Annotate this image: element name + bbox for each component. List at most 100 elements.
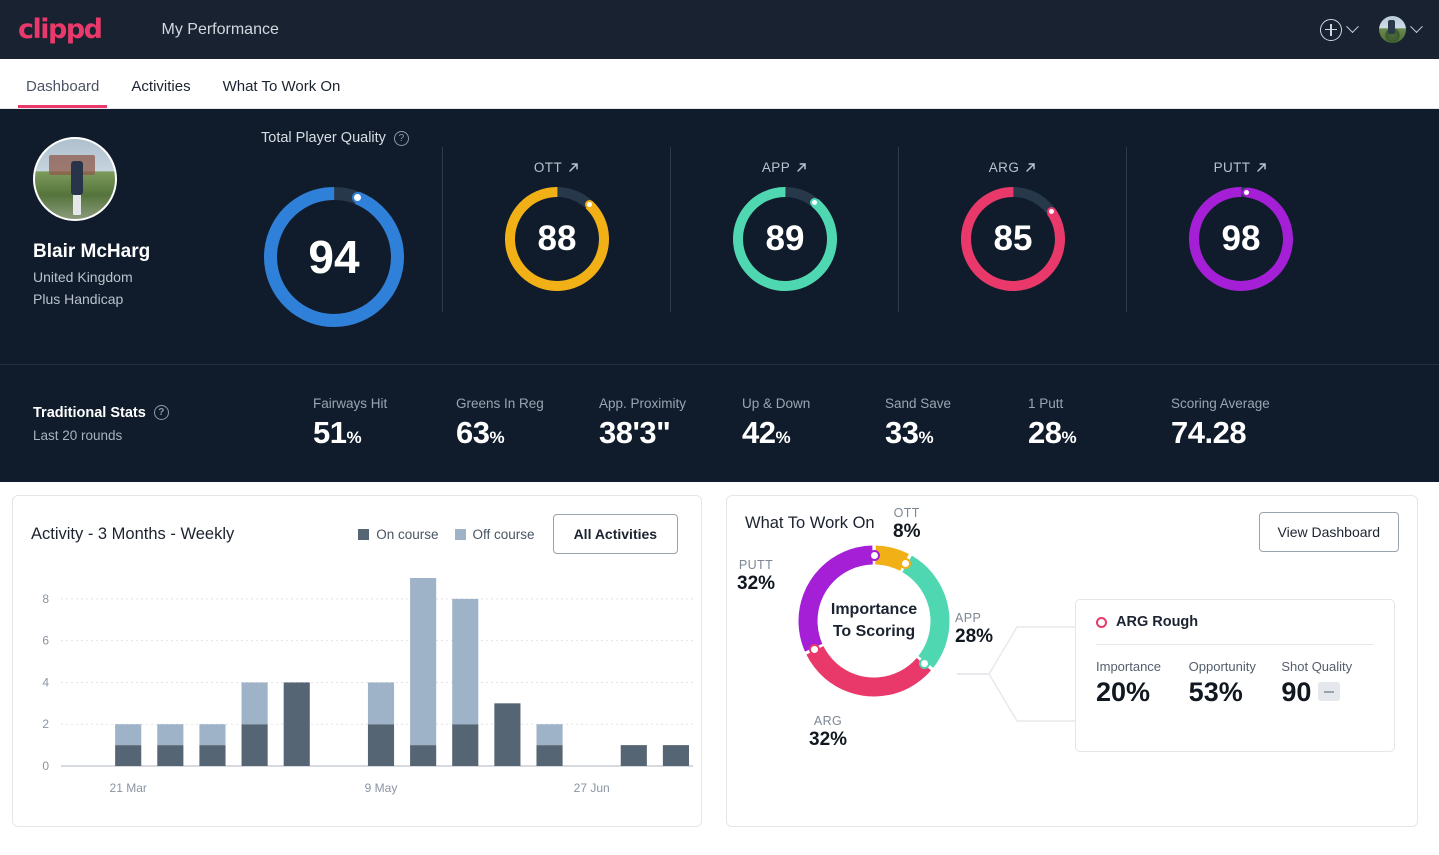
activity-card-title: Activity - 3 Months - Weekly [31, 524, 235, 543]
tpq-text: Total Player Quality [261, 130, 386, 146]
stat-value: 38'3" [599, 415, 671, 450]
metric-value: 90 [1281, 677, 1312, 707]
what-to-work-on-card: What To Work On View Dashboard Importanc… [726, 495, 1418, 827]
donut-label-value: 32% [809, 729, 848, 750]
metric-label: Opportunity [1188, 659, 1256, 674]
donut-marker-dot [868, 549, 880, 561]
donut-center-label: Importance To Scoring [793, 540, 955, 702]
stat-up-down: Up & Down 42% [742, 396, 885, 451]
ring-header: ARG [989, 157, 1037, 177]
traditional-stats-subtitle: Last 20 rounds [33, 427, 123, 443]
ring-label: PUTT [1213, 159, 1251, 175]
donut-label-key: OTT [893, 506, 920, 520]
legend-swatch-on-course [358, 528, 370, 540]
svg-text:9 May: 9 May [365, 781, 398, 795]
stat-value: 63% [456, 415, 505, 450]
ring-graphic: 98 [1189, 187, 1293, 291]
tooltip-metric-importance: Importance 20% [1096, 659, 1189, 708]
topbar-actions [1320, 0, 1423, 59]
activity-card: Activity - 3 Months - Weekly On course O… [12, 495, 702, 827]
svg-text:4: 4 [42, 675, 49, 689]
circle-outline-icon [1096, 616, 1107, 628]
ring-label: ARG [988, 159, 1020, 175]
question-mark-icon[interactable]: ? [393, 130, 409, 146]
app-title: My Performance [161, 20, 279, 38]
ring-value: 89 [765, 219, 805, 258]
arg-rough-tooltip-card: ARG Rough Importance 20% Opportunity 53%… [1075, 599, 1395, 752]
quality-ring-app[interactable]: APP 89 [671, 147, 899, 312]
stat-value: 51% [313, 415, 362, 450]
minus-badge-icon [1318, 682, 1341, 701]
legend-label-on-course: On course [376, 526, 439, 542]
quality-ring-total[interactable]: 94 [225, 147, 443, 327]
dashboard-cards: Activity - 3 Months - Weekly On course O… [0, 482, 1439, 827]
view-dashboard-button[interactable]: View Dashboard [1258, 512, 1399, 552]
metric-value: 53% [1188, 677, 1243, 707]
question-mark-icon[interactable]: ? [153, 405, 169, 420]
ring-value: 94 [308, 231, 360, 283]
tab-what-to-work-on[interactable]: What To Work On [207, 78, 357, 108]
stat-fairways-hit: Fairways Hit 51% [313, 396, 456, 451]
activity-bar-chart[interactable]: 0 2 4 6 8 21 Mar 9 May 27 Jun [13, 568, 701, 808]
traditional-stats-header: Traditional Stats ? Last 20 rounds [33, 405, 313, 443]
ring-header: OTT [534, 157, 580, 177]
main-tabs: Dashboard Activities What To Work On [0, 59, 1439, 109]
total-player-quality-label: Total Player Quality ? [261, 130, 409, 146]
donut-label-arg: ARG 32% [809, 714, 847, 751]
divider [1096, 644, 1374, 645]
stat-greens-in-reg: Greens In Reg 63% [456, 396, 599, 451]
quality-ring-ott[interactable]: OTT 88 [443, 147, 671, 312]
ring-header: PUTT [1214, 157, 1269, 177]
top-navigation-bar: clippd My Performance [0, 0, 1439, 59]
all-activities-button[interactable]: All Activities [552, 514, 679, 554]
legend-label-off-course: Off course [472, 526, 535, 542]
wtwo-card-title: What To Work On [745, 514, 875, 532]
metric-value: 20% [1096, 677, 1151, 707]
chevron-down-icon[interactable] [1410, 20, 1423, 34]
plus-circle-icon[interactable] [1320, 18, 1342, 41]
ring-label: APP [761, 159, 791, 175]
stat-label: App. Proximity [599, 396, 687, 411]
stat-label: Greens In Reg [456, 396, 544, 411]
clippd-logo[interactable]: clippd [18, 14, 103, 45]
player-profile: Blair McHarg United Kingdom Plus Handica… [0, 109, 225, 364]
metric-label: Importance [1096, 659, 1162, 674]
quality-ring-putt[interactable]: PUTT 98 [1127, 157, 1355, 291]
donut-marker-dot [919, 657, 931, 669]
chevron-down-icon[interactable] [1346, 20, 1359, 34]
performance-hero: Blair McHarg United Kingdom Plus Handica… [0, 109, 1439, 482]
avatar[interactable] [1379, 16, 1406, 43]
tooltip-title: ARG Rough [1116, 614, 1199, 630]
player-name: Blair McHarg [33, 241, 151, 262]
ring-value: 85 [993, 219, 1033, 258]
ring-graphic: 89 [733, 187, 837, 291]
ring-graphic: 88 [505, 187, 609, 291]
trend-up-arrow-icon [797, 162, 806, 172]
legend-item-on-course: On course [358, 526, 439, 542]
donut-label-value: 8% [893, 521, 921, 542]
stat-value: 74.28 [1171, 415, 1247, 450]
stat-label: Up & Down [742, 396, 811, 411]
tab-activities[interactable]: Activities [115, 78, 206, 108]
stat-value: 33% [885, 415, 934, 450]
stat-value: 42% [742, 415, 791, 450]
tab-dashboard[interactable]: Dashboard [10, 78, 115, 108]
quality-ring-arg[interactable]: ARG 85 [899, 147, 1127, 312]
donut-label-value: 32% [737, 573, 776, 594]
legend-swatch-off-course [454, 528, 466, 540]
svg-text:21 Mar: 21 Mar [110, 781, 147, 795]
donut-marker-dot [900, 557, 912, 569]
stat-label: Sand Save [885, 396, 952, 411]
metric-label: Shot Quality [1281, 659, 1353, 674]
stat-value: 28% [1028, 415, 1077, 450]
stat-label: Scoring Average [1171, 396, 1270, 411]
svg-text:27 Jun: 27 Jun [574, 781, 610, 795]
quality-rings-section: Total Player Quality ? 94 OTT 88 APP 89 ARG 85… [225, 109, 1439, 364]
donut-label-key: PUTT [738, 558, 774, 572]
donut-marker-dot [808, 643, 820, 655]
donut-center-line2: To Scoring [832, 623, 916, 640]
traditional-stats-title: Traditional Stats [33, 404, 146, 421]
ring-graphic: 85 [961, 187, 1065, 291]
importance-donut-chart[interactable]: Importance To Scoring [793, 540, 955, 702]
donut-label-ott: OTT 8% [893, 506, 920, 543]
